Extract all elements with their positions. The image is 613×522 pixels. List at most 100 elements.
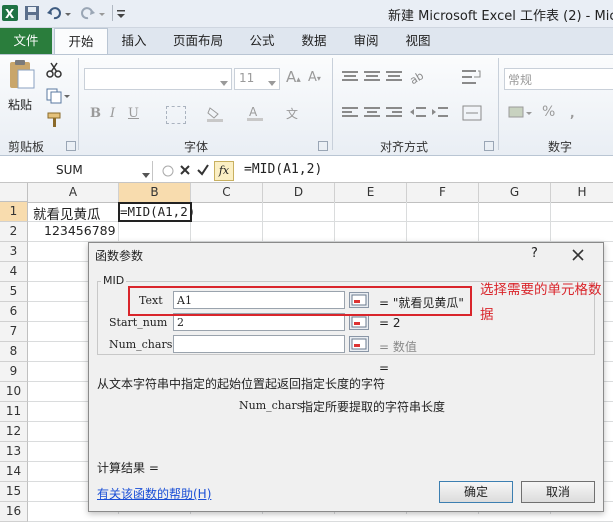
- tab-file[interactable]: 文件: [0, 28, 52, 54]
- font-launcher-icon[interactable]: [318, 141, 328, 151]
- name-box-dropdown-icon[interactable]: [142, 168, 150, 178]
- row-header-5[interactable]: 5: [0, 282, 28, 302]
- cut-icon[interactable]: [46, 62, 62, 78]
- align-right-icon[interactable]: [386, 106, 402, 120]
- underline-icon[interactable]: U: [128, 106, 139, 121]
- column-header-g[interactable]: G: [479, 183, 551, 203]
- number-format-value: 常规: [508, 73, 533, 87]
- tab-page-layout[interactable]: 页面布局: [162, 28, 234, 54]
- column-header-e[interactable]: E: [335, 183, 407, 203]
- align-middle-icon[interactable]: [364, 70, 380, 84]
- cell-b1-formula: =MID(A1,2): [120, 204, 196, 219]
- arg-help-name: Num_chars: [239, 399, 303, 412]
- row-header-13[interactable]: 13: [0, 442, 28, 462]
- currency-icon[interactable]: [508, 104, 532, 122]
- collapse-dialog-icon[interactable]: [349, 314, 369, 330]
- help-button[interactable]: ?: [531, 246, 538, 261]
- font-name-combo[interactable]: [84, 68, 232, 90]
- undo-icon[interactable]: [46, 5, 62, 21]
- undo-dropdown-icon[interactable]: [64, 5, 72, 21]
- align-left-icon[interactable]: [342, 106, 358, 120]
- row-header-9[interactable]: 9: [0, 362, 28, 382]
- row-header-3[interactable]: 3: [0, 242, 28, 262]
- redo-dropdown-icon[interactable]: [98, 5, 106, 21]
- copy-icon[interactable]: [46, 88, 70, 104]
- row-header-15[interactable]: 15: [0, 482, 28, 502]
- column-header-h[interactable]: H: [551, 183, 613, 203]
- orientation-icon[interactable]: ab: [408, 68, 430, 87]
- fill-color-icon[interactable]: [206, 106, 224, 122]
- row-header-7[interactable]: 7: [0, 322, 28, 342]
- grow-font-icon[interactable]: A▴: [286, 68, 301, 86]
- alignment-launcher-icon[interactable]: [484, 141, 494, 151]
- customize-toolbar-icon[interactable]: [116, 5, 126, 21]
- row-header-8[interactable]: 8: [0, 342, 28, 362]
- borders-icon[interactable]: [166, 106, 186, 124]
- tab-home[interactable]: 开始: [54, 28, 108, 55]
- formula-bar-resize-icon[interactable]: [162, 163, 174, 179]
- row-header-11[interactable]: 11: [0, 402, 28, 422]
- column-header-b[interactable]: B: [119, 183, 191, 203]
- tab-view[interactable]: 视图: [396, 28, 440, 54]
- column-header-a[interactable]: A: [28, 183, 119, 203]
- font-size-dropdown-icon[interactable]: [268, 76, 276, 86]
- phonetic-icon[interactable]: 文: [284, 104, 302, 122]
- column-header-f[interactable]: F: [407, 183, 479, 203]
- paste-icon[interactable]: [8, 60, 36, 90]
- row-header-14[interactable]: 14: [0, 462, 28, 482]
- wrap-text-icon[interactable]: [462, 68, 482, 86]
- font-color-icon[interactable]: A: [246, 104, 264, 122]
- paste-label[interactable]: 粘贴: [8, 96, 32, 113]
- select-all-corner[interactable]: [0, 183, 28, 202]
- comma-style-icon[interactable]: ,: [570, 106, 575, 120]
- row-header-1[interactable]: 1: [0, 202, 28, 222]
- tab-formulas[interactable]: 公式: [240, 28, 284, 54]
- format-painter-icon[interactable]: [46, 112, 64, 128]
- percent-icon[interactable]: %: [542, 104, 555, 120]
- collapse-dialog-icon[interactable]: [349, 336, 369, 352]
- merge-center-icon[interactable]: [462, 104, 482, 122]
- increase-indent-icon[interactable]: [432, 106, 448, 120]
- tab-insert[interactable]: 插入: [112, 28, 156, 54]
- align-top-icon[interactable]: [342, 70, 358, 84]
- group-separator: [498, 58, 499, 150]
- excel-app-icon[interactable]: X: [2, 5, 18, 21]
- column-header-c[interactable]: C: [191, 183, 263, 203]
- svg-text:ab: ab: [410, 69, 426, 86]
- function-help-link[interactable]: 有关该函数的帮助(H): [97, 485, 211, 502]
- formula-input[interactable]: =MID(A1,2): [244, 162, 322, 177]
- font-name-dropdown-icon[interactable]: [220, 76, 228, 86]
- align-bottom-icon[interactable]: [386, 70, 402, 84]
- ok-button[interactable]: 确定: [439, 481, 513, 503]
- cell-a1[interactable]: 就看见黄瓜: [33, 203, 101, 223]
- align-center-icon[interactable]: [364, 106, 380, 120]
- clipboard-launcher-icon[interactable]: [66, 141, 76, 151]
- group-separator: [332, 58, 333, 150]
- number-group-label: 数字: [548, 140, 573, 154]
- insert-function-icon[interactable]: fx: [214, 161, 234, 181]
- row-header-16[interactable]: 16: [0, 502, 28, 522]
- toolbar-divider: [112, 5, 113, 21]
- clipboard-group-label: 剪贴板: [8, 140, 45, 154]
- row-header-4[interactable]: 4: [0, 262, 28, 282]
- confirm-entry-icon[interactable]: [196, 163, 210, 177]
- row-header-6[interactable]: 6: [0, 302, 28, 322]
- tab-data[interactable]: 数据: [292, 28, 336, 54]
- decrease-indent-icon[interactable]: [410, 106, 426, 120]
- column-header-d[interactable]: D: [263, 183, 335, 203]
- redo-icon[interactable]: [80, 5, 96, 21]
- cell-a2[interactable]: 123456789: [44, 223, 116, 238]
- row-header-10[interactable]: 10: [0, 382, 28, 402]
- tab-review[interactable]: 审阅: [344, 28, 388, 54]
- close-icon[interactable]: [571, 248, 585, 262]
- shrink-font-icon[interactable]: A▾: [308, 70, 321, 85]
- cancel-entry-icon[interactable]: [178, 163, 192, 177]
- formula-result-preview: =: [379, 361, 390, 375]
- row-header-12[interactable]: 12: [0, 422, 28, 442]
- italic-icon[interactable]: I: [110, 106, 115, 121]
- save-icon[interactable]: [24, 5, 40, 21]
- row-header-2[interactable]: 2: [0, 222, 28, 242]
- arg-input-num-chars[interactable]: [173, 335, 345, 353]
- bold-icon[interactable]: B: [90, 106, 101, 121]
- cancel-button[interactable]: 取消: [521, 481, 595, 503]
